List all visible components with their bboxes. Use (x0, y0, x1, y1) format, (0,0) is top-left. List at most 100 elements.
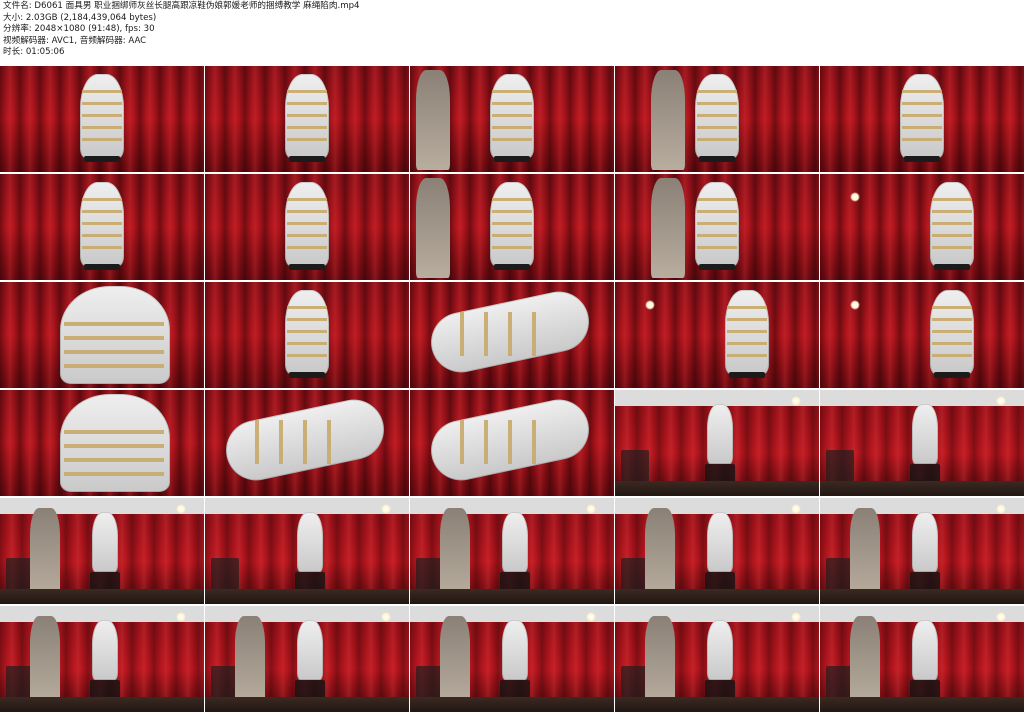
chair (289, 372, 325, 378)
lamp (996, 504, 1006, 514)
rope-band (492, 198, 532, 201)
rope-band (287, 102, 327, 105)
rope-band (82, 138, 122, 141)
person (850, 508, 880, 598)
video-thumbnail (615, 606, 819, 712)
chair (295, 680, 325, 698)
rope-band (697, 114, 737, 117)
person (440, 508, 470, 598)
rope-band (697, 138, 737, 141)
rope-band (508, 312, 512, 356)
video-thumbnail (820, 66, 1024, 172)
rope-band (484, 420, 488, 464)
duration: 时长: 01:05:06 (3, 47, 65, 58)
rope-band (902, 126, 942, 129)
resolution: 分辨率: 2048×1080 (91:48), fps: 30 (3, 24, 155, 35)
video-thumbnail (0, 66, 204, 172)
video-thumbnail (615, 174, 819, 280)
rope-band (727, 318, 767, 321)
video-thumbnail (205, 174, 409, 280)
rope-band (287, 330, 327, 333)
rope-band (932, 222, 972, 225)
closeup-figure (60, 394, 170, 492)
video-thumbnail (0, 606, 204, 712)
video-thumbnail (0, 390, 204, 496)
chair (84, 264, 120, 270)
rope-band (287, 246, 327, 249)
rope-band (64, 350, 164, 354)
video-thumbnail (0, 174, 204, 280)
rope-band (82, 234, 122, 237)
rope-band (932, 306, 972, 309)
video-thumbnail (410, 390, 614, 496)
chair (500, 572, 530, 590)
lamp (586, 504, 596, 514)
rope-band (64, 444, 164, 448)
rope-band (932, 342, 972, 345)
chair (934, 372, 970, 378)
rope-band (82, 126, 122, 129)
rope-band (697, 90, 737, 93)
chair (934, 264, 970, 270)
chair (910, 680, 940, 698)
chair (84, 156, 120, 162)
video-thumbnail (205, 390, 409, 496)
person (651, 70, 685, 170)
rope-band (82, 210, 122, 213)
chair (90, 680, 120, 698)
rope-band (697, 210, 737, 213)
rope-band (287, 90, 327, 93)
video-thumbnail (410, 282, 614, 388)
lamp (791, 504, 801, 514)
chair (295, 572, 325, 590)
chair (729, 372, 765, 378)
bound-figure (92, 512, 118, 572)
chair (910, 464, 940, 482)
person (30, 616, 60, 706)
person (235, 616, 265, 706)
lamp (381, 504, 391, 514)
rope-band (327, 420, 331, 464)
rope-band (287, 138, 327, 141)
chair (289, 264, 325, 270)
rope-band (492, 114, 532, 117)
video-thumbnail (205, 282, 409, 388)
rope-band (279, 420, 283, 464)
video-thumbnail (820, 390, 1024, 496)
lamp (381, 612, 391, 622)
rope-band (287, 198, 327, 201)
rope-band (727, 354, 767, 357)
rope-band (697, 246, 737, 249)
lamp (850, 192, 860, 202)
bound-figure (92, 620, 118, 680)
rope-band (287, 222, 327, 225)
rope-band (64, 472, 164, 476)
rope-band (902, 90, 942, 93)
rope-band (303, 420, 307, 464)
rope-band (902, 114, 942, 117)
chair (699, 264, 735, 270)
chair (705, 572, 735, 590)
rope-band (64, 430, 164, 434)
rope-band (287, 126, 327, 129)
person (850, 616, 880, 706)
video-thumbnail (410, 174, 614, 280)
chair (494, 156, 530, 162)
bound-figure (912, 404, 938, 464)
rope-band (82, 114, 122, 117)
person (416, 70, 450, 170)
video-thumbnail (820, 498, 1024, 604)
lamp (996, 396, 1006, 406)
rope-band (697, 102, 737, 105)
file-name: 文件名: D6061 面具男 职业捆绑师灰丝长腿高跟凉鞋伪娘郭媛老师的捆缚教学 … (3, 1, 360, 11)
rope-band (532, 312, 536, 356)
rope-band (460, 420, 464, 464)
rope-band (727, 342, 767, 345)
rope-band (492, 126, 532, 129)
rope-band (492, 90, 532, 93)
rope-band (932, 318, 972, 321)
chair (705, 464, 735, 482)
rope-band (492, 222, 532, 225)
rope-band (932, 210, 972, 213)
rope-band (64, 364, 164, 368)
